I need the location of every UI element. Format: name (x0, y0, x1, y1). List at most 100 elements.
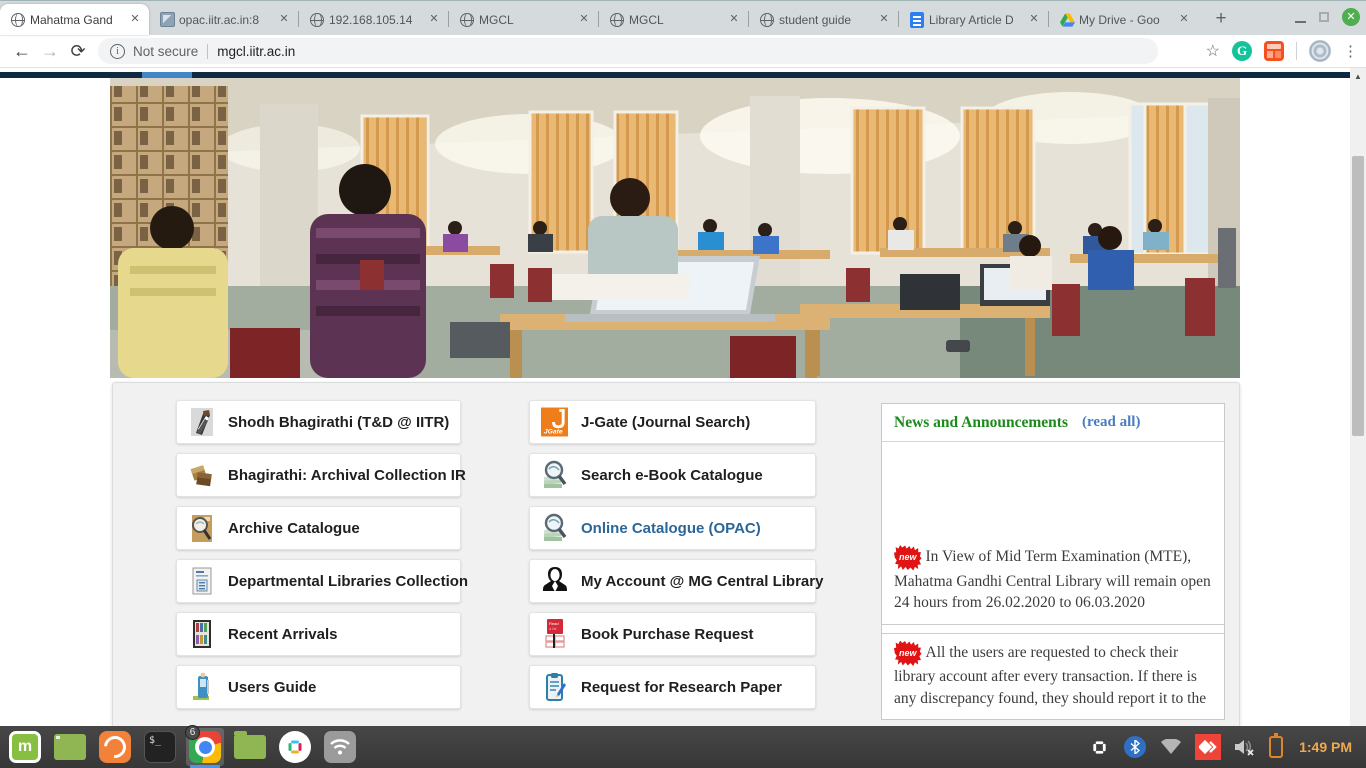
chrome-window-count-badge: 6 (185, 725, 200, 740)
jgate-icon: JGate (541, 406, 568, 438)
tab-mgcl-home[interactable]: Mahatma Gand ✕ (0, 4, 149, 35)
link-shodh-bhagirathi[interactable]: Shodh Bhagirathi (T&D @ IITR) (176, 400, 461, 444)
tab-library-article[interactable]: Library Article D ✕ (899, 4, 1048, 35)
firefox-launcher[interactable] (96, 728, 134, 766)
links-column-left: Shodh Bhagirathi (T&D @ IITR) Bhagirathi… (176, 400, 461, 709)
firefox-icon (99, 731, 131, 763)
link-book-purchase-request[interactable]: Reada bk Book Purchase Request (529, 612, 816, 656)
globe-icon (10, 12, 26, 28)
news-item: newAll the users are requested to check … (882, 633, 1224, 720)
slack-launcher[interactable] (276, 728, 314, 766)
tab-close-icon[interactable]: ✕ (876, 12, 892, 28)
tab-my-drive[interactable]: My Drive - Goo ✕ (1049, 4, 1198, 35)
info-icon[interactable]: i (110, 44, 125, 59)
browser-menu-icon[interactable]: ⋮ (1343, 42, 1358, 60)
scrollbar-up-arrow[interactable]: ▲ (1350, 72, 1366, 81)
files-launcher[interactable] (231, 728, 269, 766)
new-badge-icon: new (894, 641, 922, 667)
grammarly-extension-icon[interactable]: G (1232, 41, 1252, 61)
back-button[interactable]: ← (8, 37, 36, 65)
tab-ip-address[interactable]: 192.168.105.14 ✕ (299, 4, 448, 35)
tab-student-guide[interactable]: student guide ✕ (749, 4, 898, 35)
show-desktop-button[interactable] (51, 728, 89, 766)
scrollbar-thumb[interactable] (1352, 156, 1364, 436)
chrome-launcher[interactable]: 6 (186, 728, 224, 766)
link-recent-arrivals[interactable]: Recent Arrivals (176, 612, 461, 656)
link-label: Book Purchase Request (581, 626, 754, 643)
terminal-launcher[interactable]: $_ (141, 728, 179, 766)
close-window-button[interactable]: ✕ (1342, 8, 1360, 26)
read-all-link[interactable]: (read all) (1082, 414, 1140, 431)
tab-close-icon[interactable]: ✕ (276, 12, 292, 28)
battery-icon[interactable] (1269, 736, 1283, 758)
link-departmental-libraries[interactable]: Departmental Libraries Collection (176, 559, 461, 603)
image-icon (159, 12, 175, 28)
page-scrollbar[interactable]: ▲ (1350, 68, 1366, 726)
system-tray: 1:49 PM (1087, 734, 1360, 760)
reload-button[interactable]: ⟳ (64, 37, 92, 65)
link-label: Request for Research Paper (581, 679, 782, 696)
link-jgate[interactable]: JGate J-Gate (Journal Search) (529, 400, 816, 444)
tab-close-icon[interactable]: ✕ (1026, 12, 1042, 28)
page-viewport: Shodh Bhagirathi (T&D @ IITR) Bhagirathi… (0, 68, 1366, 726)
desktop-icon (54, 734, 86, 760)
tab-opac[interactable]: opac.iitr.ac.in:8 ✕ (149, 4, 298, 35)
orange-extension-icon[interactable] (1264, 41, 1284, 61)
person-icon (541, 565, 568, 597)
link-label: Departmental Libraries Collection (228, 573, 468, 590)
lens-extension-icon[interactable] (1309, 40, 1331, 62)
mint-menu-button[interactable]: m (6, 728, 44, 766)
tab-mgcl-2[interactable]: MGCL ✕ (599, 4, 748, 35)
minimize-button[interactable] (1295, 12, 1306, 23)
bookmark-star-icon[interactable]: ☆ (1206, 41, 1220, 61)
thesis-stack-icon (188, 406, 215, 438)
slack-tray-icon[interactable] (1087, 735, 1111, 759)
tab-close-icon[interactable]: ✕ (576, 12, 592, 28)
browser-tab-bar: Mahatma Gand ✕ opac.iitr.ac.in:8 ✕ 192.1… (0, 0, 1366, 35)
bookshelf-icon (188, 618, 215, 650)
tab-close-icon[interactable]: ✕ (1176, 12, 1192, 28)
anydesk-icon[interactable] (1195, 734, 1221, 760)
network-settings-launcher[interactable] (321, 728, 359, 766)
guide-kiosk-icon (188, 671, 215, 703)
toolbar-right: ☆ G ⋮ (1206, 40, 1358, 62)
bluetooth-icon[interactable] (1123, 735, 1147, 759)
svg-text:a bk: a bk (549, 626, 557, 631)
link-label: Archive Catalogue (228, 520, 360, 537)
tab-close-icon[interactable]: ✕ (426, 12, 442, 28)
link-users-guide[interactable]: Users Guide (176, 665, 461, 709)
tab-close-icon[interactable]: ✕ (726, 12, 742, 28)
mint-logo-icon: m (9, 731, 41, 763)
books-magnifier-icon (541, 512, 568, 544)
address-bar[interactable]: i Not secure mgcl.iitr.ac.in (98, 38, 1158, 64)
tab-mgcl-1[interactable]: MGCL ✕ (449, 4, 598, 35)
link-label: Search e-Book Catalogue (581, 467, 763, 484)
tab-title: student guide (779, 13, 872, 27)
link-search-ebook-catalogue[interactable]: Search e-Book Catalogue (529, 453, 816, 497)
link-my-account[interactable]: My Account @ MG Central Library (529, 559, 816, 603)
address-divider (207, 44, 208, 59)
link-online-catalogue-opac[interactable]: Online Catalogue (OPAC) (529, 506, 816, 550)
tab-close-icon[interactable]: ✕ (127, 12, 143, 28)
link-bhagirathi-archival[interactable]: Bhagirathi: Archival Collection IR (176, 453, 461, 497)
volume-muted-icon[interactable] (1233, 735, 1257, 759)
taskbar-clock[interactable]: 1:49 PM (1299, 739, 1352, 755)
news-panel: News and Announcements (read all) newIn … (881, 403, 1225, 720)
tab-title: Mahatma Gand (30, 13, 123, 27)
toolbar-separator (1296, 42, 1297, 60)
link-request-research-paper[interactable]: Request for Research Paper (529, 665, 816, 709)
url-text: mgcl.iitr.ac.in (217, 44, 295, 59)
news-text: In View of Mid Term Examination (MTE), M… (894, 548, 1211, 611)
tab-title: My Drive - Goo (1079, 13, 1172, 27)
clipboard-pencil-icon (541, 671, 568, 703)
link-label: Users Guide (228, 679, 316, 696)
folder-icon (234, 735, 266, 759)
maximize-button[interactable] (1319, 12, 1329, 22)
news-scroll-gap (882, 442, 1224, 538)
link-archive-catalogue[interactable]: Archive Catalogue (176, 506, 461, 550)
network-signal-icon[interactable] (1159, 735, 1183, 759)
new-tab-button[interactable]: + (1206, 4, 1236, 34)
browser-toolbar: ← → ⟳ i Not secure mgcl.iitr.ac.in ☆ G ⋮ (0, 35, 1366, 68)
tab-title: MGCL (629, 13, 722, 27)
forward-button[interactable]: → (36, 37, 64, 65)
